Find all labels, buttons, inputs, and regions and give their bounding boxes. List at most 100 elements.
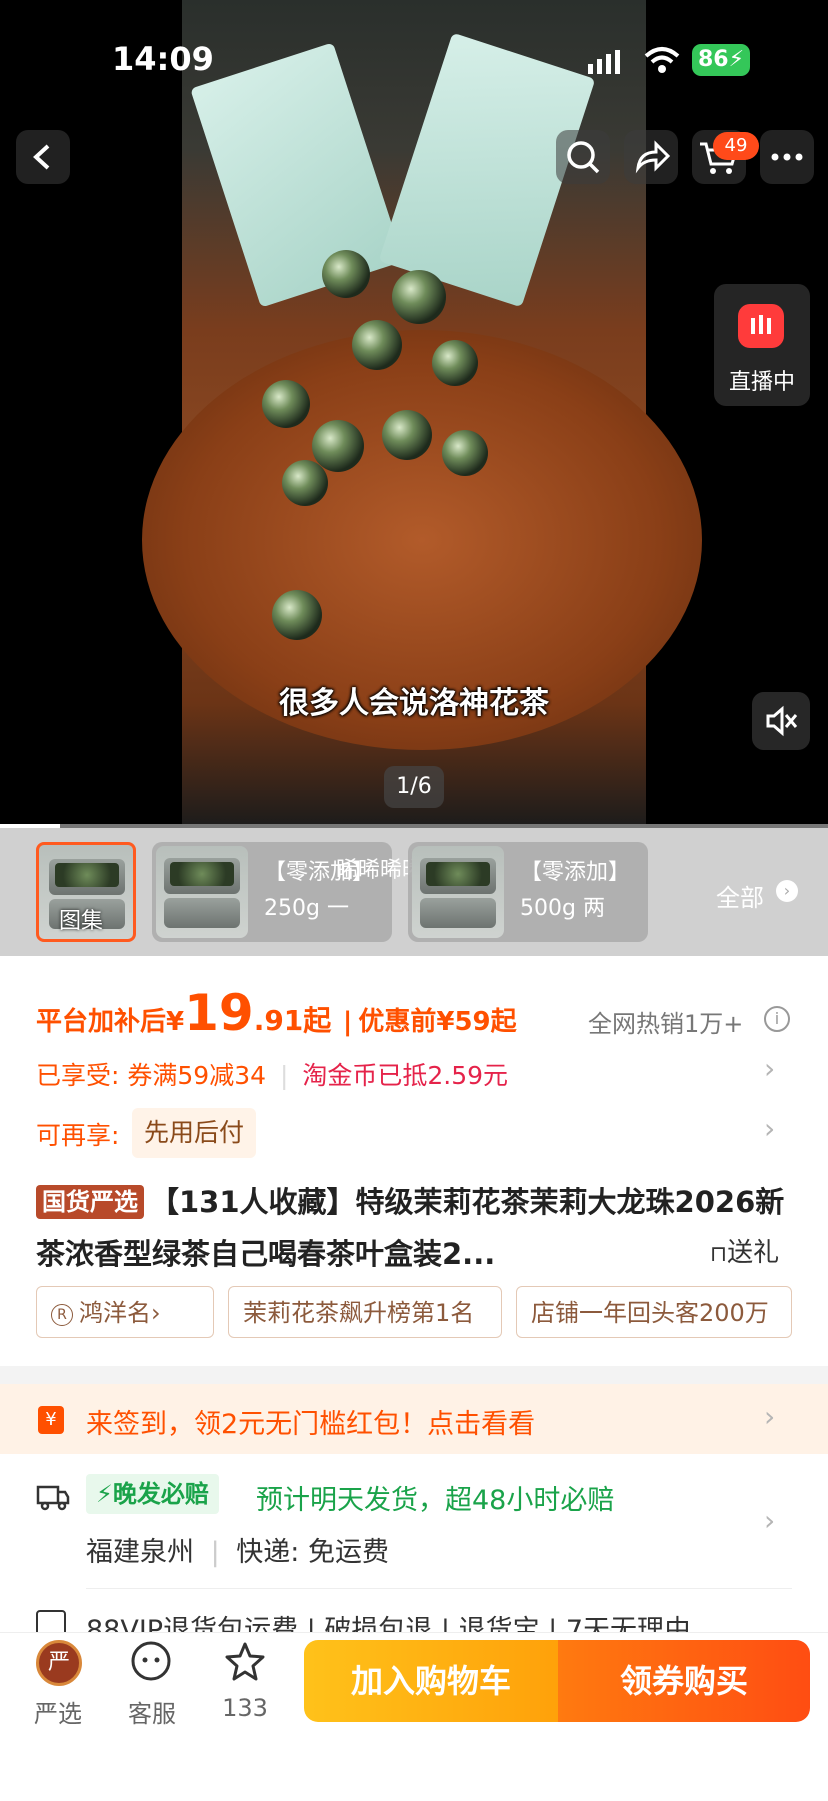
service-text: 88VIP退货包运费 | 破损包退 | 退货宝 | 7天无理由: [86, 1615, 692, 1632]
delivery-promise: 预计明天发货，超48小时必赔: [256, 1485, 615, 1516]
shop-button[interactable]: 严 严选: [18, 1640, 98, 1740]
search-icon: [567, 141, 600, 174]
bolt-icon: ⚡: [96, 1480, 113, 1508]
truck-icon: [36, 1482, 70, 1512]
brand-badge: 国货严选: [36, 1185, 144, 1219]
live-label: 直播中: [728, 370, 795, 395]
late-delivery-badge: ⚡晚发必赔: [86, 1474, 219, 1514]
sku-option[interactable]: 【零添加】 500g 两: [408, 842, 648, 942]
tea-ball: [392, 270, 446, 324]
favorite-count: 133: [222, 1694, 268, 1722]
page-indicator: 1/6: [384, 766, 444, 808]
price-row: 平台加补后¥19.91起 | 优惠前¥59起: [36, 984, 517, 1042]
tea-ball: [262, 380, 310, 428]
red-packet-icon: ¥: [38, 1406, 64, 1434]
live-icon: [738, 304, 784, 348]
tea-ball: [312, 420, 364, 472]
star-icon: [223, 1640, 267, 1684]
price-prefix: 平台加补后¥: [36, 1007, 185, 1037]
sku-name: 【零添加】: [520, 860, 631, 885]
sku-thumb: [156, 846, 248, 938]
chevron-right-icon: ›: [764, 1400, 776, 1433]
price-divider: |: [342, 1007, 353, 1037]
customer-service-label: 客服: [128, 1700, 176, 1728]
express-fee: 快递: 免运费: [236, 1537, 389, 1568]
tea-bag-left: [190, 42, 404, 308]
share-icon: [635, 140, 671, 174]
info-icon[interactable]: i: [764, 1006, 790, 1032]
tea-ball: [432, 340, 478, 386]
brand-chip[interactable]: R 鸿洋名›: [36, 1286, 214, 1338]
tea-ball: [442, 430, 488, 476]
chevron-right-icon: ›: [764, 1504, 776, 1537]
tea-ball: [382, 410, 432, 460]
battery-icon: 86⚡: [692, 44, 750, 76]
coin-text: 淘金币已抵2.59元: [302, 1061, 509, 1090]
chevron-right-icon: ›: [764, 1052, 776, 1085]
customer-service-button[interactable]: 客服: [112, 1640, 192, 1740]
battery-level: 86: [697, 47, 729, 72]
signin-text: 来签到，领2元无门槛红包！点击看看: [86, 1409, 536, 1440]
chevron-right-icon: ›: [764, 1112, 776, 1145]
original-price: 优惠前¥59起: [358, 1007, 517, 1037]
section-divider: [0, 1366, 828, 1384]
price-integer: 19: [184, 984, 254, 1042]
status-time: 14:09: [112, 40, 214, 78]
sku-all-button[interactable]: 全部: [716, 878, 764, 913]
more-icon: [771, 153, 803, 161]
late-delivery-label: 晚发必赔: [112, 1480, 209, 1508]
back-icon: [33, 144, 50, 170]
ship-origin: 福建泉州: [86, 1537, 194, 1568]
repeat-customer-chip[interactable]: 店铺一年回头客200万: [516, 1286, 792, 1338]
more-button[interactable]: [760, 130, 814, 184]
product-title: 【131人收藏】特级茉莉花茶茉莉大龙珠2026新茶浓香型绿茶自己喝春茶叶盒装2.…: [36, 1185, 785, 1271]
delivery-row[interactable]: ⚡晚发必赔 预计明天发货，超48小时必赔 福建泉州 | 快递: 免运费 ›: [0, 1454, 828, 1584]
delivery-origin-row: 福建泉州 | 快递: 免运费: [86, 1537, 389, 1568]
chevron-right-icon: ›: [776, 880, 798, 902]
chat-icon: [130, 1640, 172, 1682]
sku-weight: 250g 一: [264, 896, 349, 921]
video-subtitle: 很多人会说洛神花茶: [279, 686, 549, 721]
divider: [86, 1588, 792, 1589]
signal-icon: [588, 50, 620, 74]
live-button[interactable]: 直播中: [714, 284, 810, 406]
shop-label: 严选: [34, 1700, 82, 1728]
registered-icon: R: [51, 1304, 73, 1326]
sku-thumb: [412, 846, 504, 938]
cart-count-badge: 49: [713, 132, 759, 160]
shop-logo-icon: 严: [36, 1640, 82, 1686]
sales-count: 全网热销1万+: [588, 1010, 744, 1038]
signin-banner[interactable]: ¥ 来签到，领2元无门槛红包！点击看看 ›: [0, 1384, 828, 1454]
product-video[interactable]: 很多人会说洛神花茶 14:09 86⚡ 49 直播中 1/6: [0, 0, 828, 828]
search-button[interactable]: [556, 130, 610, 184]
product-title-block: 国货严选 【131人收藏】特级茉莉花茶茉莉大龙珠2026新茶浓香型绿茶自己喝春茶叶…: [36, 1176, 796, 1280]
gift-icon: ⊓: [710, 1242, 728, 1267]
gift-label: 送礼: [727, 1238, 780, 1268]
gift-button[interactable]: ⊓送礼: [710, 1232, 779, 1269]
add-to-cart-button[interactable]: 加入购物车: [304, 1640, 558, 1722]
buy-with-coupon-button[interactable]: 领券购买: [558, 1640, 810, 1722]
share-button[interactable]: [624, 130, 678, 184]
gallery-thumb[interactable]: 图集: [36, 842, 136, 942]
back-button[interactable]: [16, 130, 70, 184]
pay-later-tag[interactable]: 先用后付: [132, 1108, 257, 1158]
tea-ball: [272, 590, 322, 640]
tea-ball: [352, 320, 402, 370]
promo-enjoyed-row[interactable]: 已享受: 券满59减34 | 淘金币已抵2.59元: [36, 1056, 508, 1092]
enjoyed-label: 已享受:: [36, 1061, 120, 1090]
sku-weight: 500g 两: [520, 896, 605, 921]
ranking-chip[interactable]: 茉莉花茶飙升榜第1名: [228, 1286, 502, 1338]
service-row[interactable]: 88VIP退货包运费 | 破损包退 | 退货宝 | 7天无理由: [0, 1600, 828, 1632]
tea-ball: [322, 250, 370, 298]
favorite-button[interactable]: 133: [205, 1640, 285, 1740]
coupon-text: 券满59减34: [127, 1061, 267, 1090]
sku-strip: 图集 【零添加】 250g 一 睎晞晞晞 【零添加】 500g 两: [0, 828, 828, 956]
price-decimal: .91起: [253, 1004, 332, 1037]
mute-button[interactable]: [752, 692, 810, 750]
gallery-label: 图集: [59, 909, 104, 934]
tea-ball: [282, 460, 328, 506]
brand-chip-label: 鸿洋名›: [79, 1299, 161, 1327]
shield-icon: [36, 1610, 66, 1632]
mute-icon: [766, 705, 798, 737]
more-label: 可再享:: [36, 1121, 120, 1150]
